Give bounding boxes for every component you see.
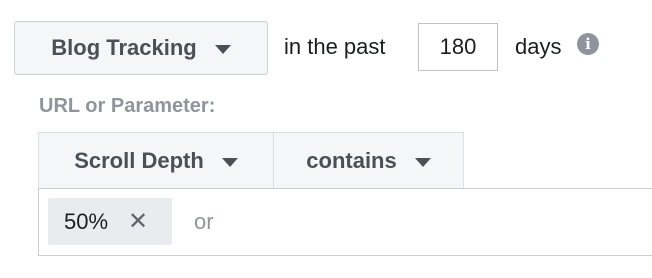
caret-down-icon xyxy=(214,44,231,54)
operator-dropdown-label: contains xyxy=(306,148,397,173)
operator-dropdown-button[interactable]: contains xyxy=(273,132,464,189)
value-token-label: 50% xyxy=(64,208,109,234)
source-dropdown-button[interactable]: Blog Tracking xyxy=(14,21,268,75)
field-dropdown-button[interactable]: Scroll Depth xyxy=(38,132,274,189)
or-placeholder-text: or xyxy=(194,209,214,234)
info-icon[interactable]: i xyxy=(577,33,599,55)
caret-down-icon xyxy=(414,157,431,167)
url-parameter-label: URL or Parameter: xyxy=(39,95,216,117)
timeframe-prefix-text: in the past xyxy=(284,34,386,59)
remove-token-icon[interactable]: ✕ xyxy=(128,209,148,234)
value-token: 50% ✕ xyxy=(48,198,172,245)
source-dropdown-label: Blog Tracking xyxy=(51,35,197,60)
timeframe-suffix-text: days xyxy=(515,34,562,59)
days-input[interactable] xyxy=(418,23,498,71)
caret-down-icon xyxy=(221,157,238,167)
field-dropdown-label: Scroll Depth xyxy=(74,148,204,173)
